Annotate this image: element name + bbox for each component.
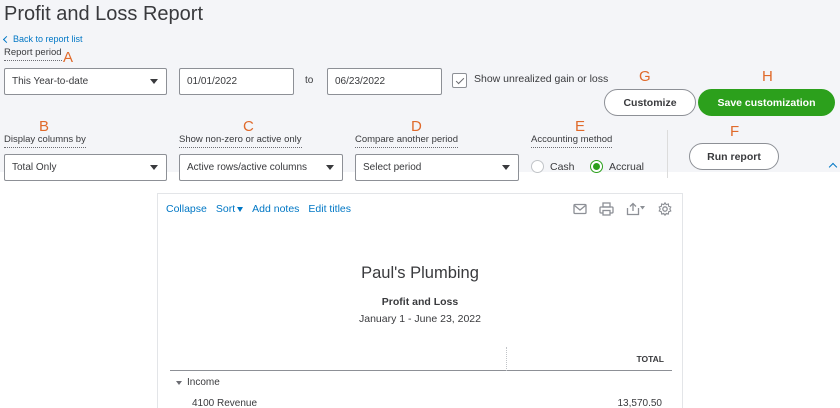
chevron-left-icon (2, 35, 11, 43)
caret-down-icon (237, 206, 244, 212)
page-title: Profit and Loss Report (4, 3, 203, 25)
non-zero-select[interactable]: Active rows/active columns (179, 154, 343, 181)
marker-f: F (730, 123, 740, 140)
report-date-range: January 1 - June 23, 2022 (358, 313, 481, 325)
compare-period-value: Select period (363, 162, 422, 173)
compare-period-select[interactable]: Select period (355, 154, 519, 181)
non-zero-label: Show non-zero or active only (179, 134, 302, 148)
chevron-up-icon (828, 162, 838, 171)
to-date-input[interactable]: 06/23/2022 (327, 68, 442, 95)
revenue-row-label[interactable]: 4100 Revenue (192, 398, 257, 408)
report-period-value: This Year-to-date (12, 76, 89, 87)
edit-titles-link[interactable]: Edit titles (308, 203, 351, 215)
cash-label: Cash (550, 160, 575, 173)
accounting-cash-option[interactable]: Cash (531, 160, 575, 173)
non-zero-value: Active rows/active columns (187, 162, 308, 173)
unrealized-gain-checkbox[interactable] (452, 73, 467, 88)
save-customization-button[interactable]: Save customization (698, 89, 835, 116)
income-label: Income (187, 377, 220, 388)
marker-c: C (243, 118, 254, 135)
accrual-radio[interactable] (590, 160, 603, 173)
back-to-report-list-link[interactable]: Back to report list (2, 34, 83, 44)
marker-b: B (39, 118, 50, 135)
display-columns-value: Total Only (12, 162, 57, 173)
compare-period-label: Compare another period (355, 134, 458, 148)
settings-icon[interactable] (658, 202, 672, 216)
accounting-method-label: Accounting method (531, 134, 613, 148)
add-notes-link[interactable]: Add notes (252, 203, 299, 215)
collapse-link[interactable]: Collapse (166, 203, 207, 215)
collapse-panel-button[interactable] (826, 158, 840, 172)
email-icon[interactable] (573, 203, 587, 215)
report-title: Profit and Loss (381, 296, 459, 308)
caret-down-icon (502, 165, 510, 170)
revenue-row-value[interactable]: 13,570.50 (618, 398, 663, 408)
customize-button[interactable]: Customize (604, 89, 696, 116)
accrual-label: Accrual (609, 160, 645, 173)
divider (667, 130, 668, 178)
marker-e: E (575, 118, 586, 135)
caret-down-icon (150, 79, 158, 84)
unrealized-gain-label: Show unrealized gain or loss (474, 73, 609, 85)
report-header-row: TOTAL (170, 347, 672, 371)
company-name: Paul's Plumbing (361, 264, 479, 282)
report-action-icons (573, 202, 672, 216)
report-period-label: Report period (4, 47, 62, 61)
report-card: Collapse Sort Add notes Edit titles Paul… (157, 193, 683, 408)
accounting-accrual-option[interactable]: Accrual (590, 160, 644, 173)
total-column-header: TOTAL (636, 354, 664, 364)
display-columns-label: Display columns by (4, 134, 86, 148)
display-columns-select[interactable]: Total Only (4, 154, 167, 181)
cash-radio[interactable] (531, 160, 544, 173)
column-divider (506, 347, 507, 371)
print-icon[interactable] (599, 202, 614, 216)
check-icon (455, 75, 464, 84)
from-date-input[interactable]: 01/01/2022 (179, 68, 294, 95)
caret-down-icon (326, 165, 334, 170)
report-toolbar: Collapse Sort Add notes Edit titles (166, 203, 351, 215)
marker-h: H (762, 68, 773, 85)
marker-a: A (63, 49, 74, 66)
run-report-button[interactable]: Run report (689, 143, 779, 170)
income-section-toggle[interactable]: Income (176, 377, 220, 388)
export-icon[interactable] (626, 202, 646, 216)
back-link-label: Back to report list (13, 34, 83, 44)
sort-label: Sort (215, 203, 236, 215)
to-label: to (305, 75, 314, 86)
sort-link[interactable]: Sort (215, 203, 244, 215)
triangle-down-icon (176, 380, 182, 385)
caret-down-icon (150, 165, 158, 170)
marker-d: D (411, 118, 422, 135)
marker-g: G (639, 68, 651, 85)
report-period-select[interactable]: This Year-to-date (4, 68, 167, 95)
